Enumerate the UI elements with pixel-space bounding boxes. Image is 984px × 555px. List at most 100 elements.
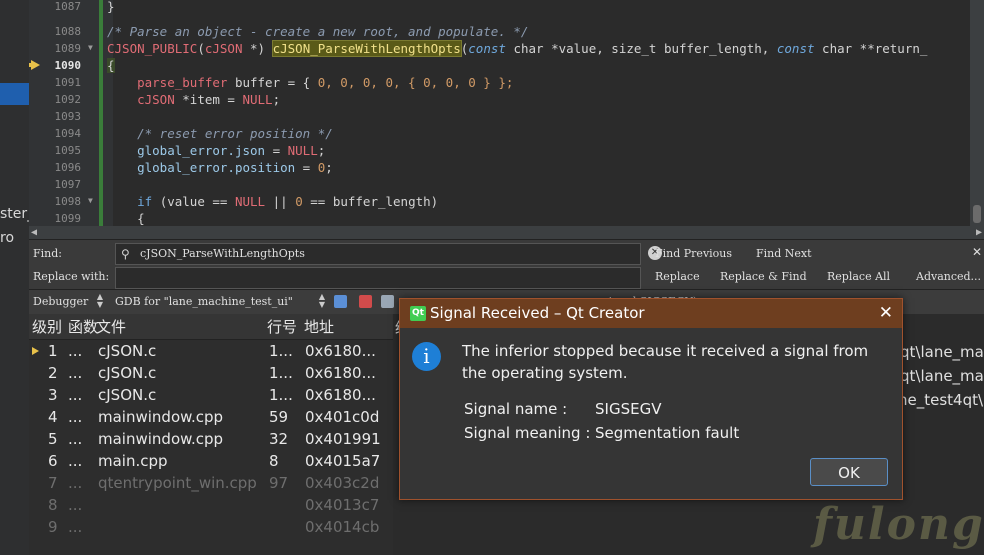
info-icon: i [412,342,441,371]
stack-cell-function: ... [68,342,83,360]
sidebar-fragment-1: ster_ [0,206,29,222]
code-line: /* Parse an object - create a new root, … [107,24,529,39]
replace-all-button[interactable]: Replace All [827,270,890,283]
stack-cell-function: ... [68,518,83,536]
stack-cell-file: mainwindow.cpp [98,408,224,426]
line-number: 1092 [54,93,82,106]
code-line: } [107,0,115,14]
line-number: 1088 [54,25,82,38]
column-header-function[interactable]: 函数 [68,316,98,337]
gdb-combo[interactable]: GDB for "lane_machine_test_ui" ▲ ▼ [115,293,327,310]
stack-row[interactable]: 6... main.cpp 8 0x4015a7 [29,450,393,472]
line-number-gutter: 1087 1088 1089 1090 1091 1092 1093 1094 … [29,0,99,226]
line-number: 1089 [54,42,82,55]
stack-cell-level: 5 [48,430,58,448]
stack-row[interactable]: 2... cJSON.c 1... 0x6180... [29,362,393,384]
updown-icon: ▲ ▼ [318,292,325,309]
stack-cell-file: mainwindow.cpp [98,430,224,448]
stack-row[interactable]: 3... cJSON.c 1... 0x6180... [29,384,393,406]
stack-cell-address: 0x6180... [305,364,376,382]
left-sidebar-strip: ster_ ro [0,0,29,555]
dialog-message-line2: the operating system. [462,364,628,382]
find-input[interactable]: ⚲ cJSON_ParseWithLengthOpts ✕ [115,243,662,265]
qt-creator-icon: Qt [410,306,426,321]
dialog-title-bar[interactable]: Qt Signal Received – Qt Creator ✕ [400,299,902,328]
replace-button[interactable]: Replace [655,270,700,283]
signal-meaning-value: Segmentation fault [595,424,740,442]
ok-button[interactable]: OK [810,458,888,486]
column-header-line[interactable]: 行号 [267,316,297,337]
stack-cell-line: 8 [269,452,279,470]
stack-cell-level: 2 [48,364,58,382]
stack-cell-function: ... [68,430,83,448]
code-line: CJSON_PUBLIC(cJSON *) cJSON_ParseWithLen… [107,40,928,57]
sidebar-fragment-2: ro [0,230,15,246]
modification-bar [99,0,103,226]
selected-sidebar-item[interactable] [0,83,29,105]
interrupt-icon[interactable] [359,295,372,308]
code-line: global_error.json = NULL; [137,143,326,158]
stack-row[interactable]: 1... cJSON.c 1... 0x6180... [29,340,393,362]
updown-icon: ▲ ▼ [96,292,103,309]
code-line: /* reset error position */ [137,126,333,141]
fold-marker-icon[interactable]: ▼ [88,196,93,205]
column-header-level[interactable]: 级别 [32,316,62,337]
stack-cell-level: 7 [48,474,58,492]
close-find-icon[interactable]: ✕ [972,245,982,259]
stack-cell-address: 0x4014cb [305,518,380,536]
line-number: 1097 [54,178,82,191]
stack-cell-line [269,494,299,516]
stack-cell-file: cJSON.c [98,364,157,382]
find-input-value: cJSON_ParseWithLengthOpts [140,247,305,260]
editor-horizontal-scrollbar[interactable]: ◀ ▶ [29,226,984,239]
editor-vertical-scrollbar[interactable] [970,0,984,226]
stack-cell-line: 32 [269,430,289,448]
code-editor[interactable]: 1087 1088 1089 1090 1091 1092 1093 1094 … [29,0,984,226]
step-into-icon[interactable] [381,295,394,308]
stack-cell-address: 0x401991 [305,430,381,448]
scroll-left-icon[interactable]: ◀ [31,227,37,238]
line-number: 1093 [54,110,82,123]
stack-row[interactable]: 4... mainwindow.cpp 59 0x401c0d [29,406,393,428]
search-icon[interactable]: ⚲ [121,247,130,261]
stack-cell-line: 97 [269,474,289,492]
find-previous-button[interactable]: Find Previous [655,247,732,260]
fold-marker-icon[interactable]: ▼ [88,43,93,52]
column-header-file[interactable]: 文件 [96,316,126,337]
stack-header: 级别 函数 文件 行号 地址 [29,314,393,340]
column-header-address[interactable]: 地址 [304,316,334,337]
replace-and-find-button[interactable]: Replace & Find [720,270,807,283]
find-next-button[interactable]: Find Next [756,247,812,260]
stack-cell-line: 1... [269,342,293,360]
stack-cell-level: 1 [48,342,58,360]
stack-cell-function: ... [68,474,83,492]
stack-row[interactable]: 7... qtentrypoint_win.cpp 97 0x403c2d [29,472,393,494]
stack-row[interactable]: 9... 0x4014cb [29,516,393,538]
stack-row[interactable]: 8... 0x4013c7 [29,494,393,516]
stack-cell-level: 9 [48,518,58,536]
close-icon[interactable]: ✕ [879,303,893,323]
search-highlight: cJSON_ParseWithLengthOpts [271,40,462,57]
stack-cell-file: cJSON.c [98,342,157,360]
stack-cell-file: qtentrypoint_win.cpp [98,474,257,492]
code-line: parse_buffer buffer = { 0, 0, 0, 0, { 0,… [137,75,514,90]
find-label: Find: [33,247,62,260]
step-over-icon[interactable] [334,295,347,308]
debugger-combo[interactable]: Debugger ▲ ▼ [33,293,105,310]
stack-cell-address: 0x4013c7 [305,496,380,514]
signal-name-label: Signal name : [464,400,568,418]
line-number: 1096 [54,161,82,174]
signal-meaning-label: Signal meaning : [464,424,591,442]
debugger-combo-value: Debugger [33,295,89,308]
replace-input[interactable] [115,267,641,289]
advanced-button[interactable]: Advanced... [916,270,981,283]
scroll-right-icon[interactable]: ▶ [976,227,982,238]
stack-row[interactable]: 5... mainwindow.cpp 32 0x401991 [29,428,393,450]
stack-cell-line: 59 [269,408,289,426]
stack-cell-line [269,516,299,538]
stack-cell-function: ... [68,386,83,404]
current-frame-arrow-icon [32,347,39,355]
stack-cell-file [98,494,264,516]
scrollbar-thumb[interactable] [973,205,981,223]
right-panel-line: ne_test4qt\ [898,391,984,409]
